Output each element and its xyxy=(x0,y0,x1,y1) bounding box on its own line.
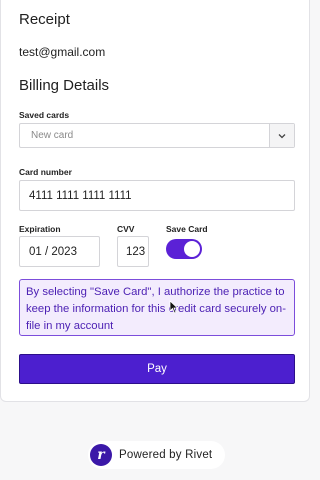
card-number-label: Card number xyxy=(19,167,72,177)
billing-details-heading: Billing Details xyxy=(19,77,110,94)
save-card-authorization-notice: By selecting "Save Card", I authorize th… xyxy=(19,279,295,336)
card-number-input[interactable] xyxy=(19,180,295,211)
expiration-label: Expiration xyxy=(19,224,61,234)
chevron-down-icon[interactable] xyxy=(269,124,294,147)
cvv-input[interactable] xyxy=(117,236,149,267)
cvv-label: CVV xyxy=(117,224,135,234)
rivet-logo-icon: r xyxy=(90,444,112,466)
pay-button[interactable]: Pay xyxy=(19,354,295,384)
saved-cards-selected-value: New card xyxy=(31,130,74,141)
mouse-pointer-icon xyxy=(169,300,179,314)
toggle-knob xyxy=(184,241,200,257)
powered-by-text: Powered by Rivet xyxy=(119,449,213,461)
payment-card: Receipt test@gmail.com Billing Details S… xyxy=(0,0,310,402)
receipt-heading: Receipt xyxy=(19,11,70,28)
saved-cards-select[interactable]: New card xyxy=(19,123,295,148)
expiration-input[interactable] xyxy=(19,236,100,267)
saved-cards-label: Saved cards xyxy=(19,110,70,120)
save-card-label: Save Card xyxy=(166,224,208,234)
receipt-email: test@gmail.com xyxy=(19,45,106,59)
powered-by-badge[interactable]: r Powered by Rivet xyxy=(88,441,225,469)
save-card-toggle[interactable] xyxy=(166,239,202,259)
